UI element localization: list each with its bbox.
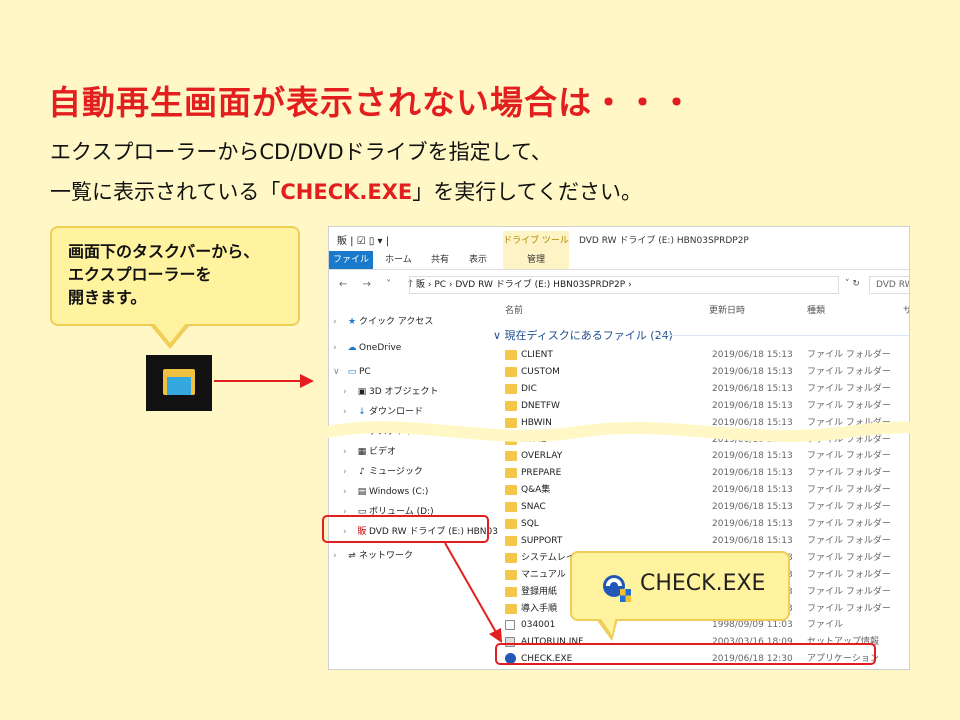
bubble-tail <box>596 616 618 641</box>
bubble-label: CHECK.EXE <box>640 571 766 596</box>
check-exe-bubble: CHECK.EXE <box>570 551 790 621</box>
instruction-slide: 自動再生画面が表示されない場合は・・・ エクスプローラーからCD/DVDドライブ… <box>0 0 960 720</box>
check-exe-app-icon <box>603 575 631 602</box>
drive-to-file-arrow <box>444 542 502 643</box>
